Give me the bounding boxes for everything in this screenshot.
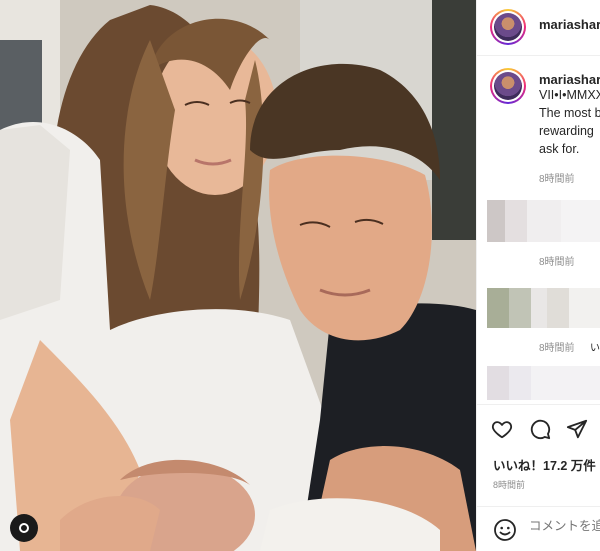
caption-timestamp: 8時間前 <box>539 174 575 185</box>
blurred-comment <box>487 366 600 400</box>
caption-line: The most b <box>539 106 600 120</box>
user-circle-icon[interactable] <box>10 514 38 542</box>
comment-timestamp: 8時間前 <box>539 343 575 354</box>
post-header: mariashara <box>477 0 600 56</box>
comment-text-fragment: い <box>590 343 600 354</box>
blurred-comment <box>487 288 600 328</box>
paper-plane-icon[interactable] <box>564 416 590 442</box>
comment-input[interactable] <box>529 519 600 533</box>
action-bar <box>477 410 600 446</box>
blurred-comment <box>487 200 600 242</box>
caption-line: rewarding <box>539 124 594 138</box>
comment-bar <box>477 506 600 551</box>
comment-bubble-icon[interactable] <box>527 416 553 442</box>
post-timestamp[interactable]: 8時間前 <box>493 478 525 491</box>
caption-username[interactable]: mariashara <box>539 72 600 87</box>
divider <box>477 404 600 405</box>
heart-icon[interactable] <box>489 416 515 442</box>
author-username[interactable]: mariashara <box>539 17 600 32</box>
post-photo <box>0 0 476 551</box>
smiley-icon[interactable] <box>493 518 517 542</box>
post-side-panel: mariashara mariashara VII•I•MMXX The mos… <box>476 0 600 551</box>
caption-line: ask for. <box>539 142 580 156</box>
family-photo-illustration <box>0 0 476 551</box>
caption-line: VII•I•MMXX <box>539 88 600 102</box>
comment-timestamp: 8時間前 <box>539 257 575 268</box>
caption-author-avatar[interactable] <box>490 68 526 104</box>
like-count[interactable]: いいね！17.2 万件 <box>493 455 596 474</box>
author-avatar[interactable] <box>490 9 526 45</box>
